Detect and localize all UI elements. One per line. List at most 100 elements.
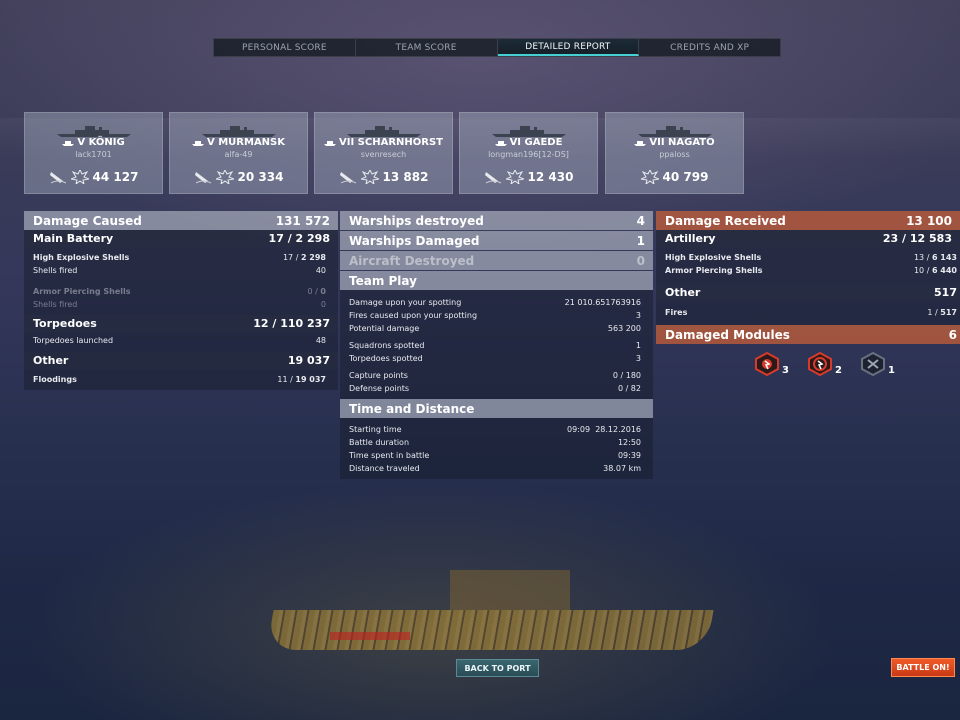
aircraft-destroyed-row: Aircraft Destroyed 0: [340, 251, 653, 270]
squadrons-spotted-row: Squadrons spotted 1: [340, 339, 653, 352]
he-fired-value: 40: [315, 266, 326, 275]
damage-spotting-label: Damage upon your spotting: [349, 298, 462, 307]
module-steering: 2: [807, 352, 842, 376]
tab-detailed-report[interactable]: DETAILED REPORT: [497, 39, 640, 56]
ship-class-icon: [634, 140, 647, 146]
received-ap-value: 10 / 6 440: [913, 266, 957, 275]
fires-spotting-label: Fires caused upon your spotting: [349, 311, 478, 320]
capture-points-value: 0 / 180: [612, 371, 641, 380]
back-to-port-button[interactable]: BACK TO PORT: [456, 659, 539, 677]
module-steering-count: 2: [834, 365, 842, 376]
engine-damage-icon: [755, 352, 779, 376]
battle-summary-panel: Warships destroyed 4 Warships Damaged 1 Ai…: [340, 211, 653, 479]
torpedoes-row: Torpedoes 12 / 110 237: [24, 315, 338, 332]
torpedoes-label: Torpedoes: [33, 317, 97, 330]
player-name: lack1701: [75, 150, 112, 159]
ship-card[interactable]: VII NAGATO ppaloss 40 799: [605, 112, 744, 194]
starting-time-value: 09:09 28.12.2016: [567, 425, 641, 434]
aircraft-destroyed-value: 0: [636, 253, 645, 268]
battle-duration-label: Battle duration: [349, 438, 410, 447]
time-in-battle-label: Time spent in battle: [349, 451, 430, 460]
potential-damage-row: Potential damage 563 200: [340, 322, 653, 335]
ap-shells-row: Armor Piercing Shells 0 / 0: [24, 285, 338, 298]
distance-row: Distance traveled 38.07 km: [340, 462, 653, 475]
other-caused-row: Other 19 037: [24, 352, 338, 369]
ship-sunk-icon: [339, 172, 356, 184]
ship-name: V MURMANSK: [170, 137, 307, 148]
battle-duration-value: 12:50: [617, 438, 641, 447]
damage-caused-total: 131 572: [275, 213, 330, 228]
starting-time-label: Starting time: [349, 425, 402, 434]
ap-shells-value: 0 / 0: [307, 287, 326, 296]
ship-silhouette-icon: [57, 126, 131, 137]
time-in-battle-row: Time spent in battle 09:39: [340, 449, 653, 462]
he-shells-value: 17 / 2 298: [282, 253, 326, 262]
fires-spotting-value: 3: [635, 311, 641, 320]
damaged-modules-total: 6: [948, 327, 957, 342]
ship-damage-value: 13 882: [382, 170, 429, 184]
ship-sunk-icon: [49, 172, 66, 184]
damage-received-title: Damage Received: [665, 213, 786, 228]
received-other-label: Other: [665, 286, 701, 299]
he-fired-label: Shells fired: [33, 266, 78, 275]
background-ship: [266, 560, 714, 670]
potential-damage-label: Potential damage: [349, 324, 420, 333]
ship-damage: 44 127: [25, 170, 162, 184]
ship-sunk-icon: [194, 172, 211, 184]
ship-detail: [330, 632, 410, 640]
ship-superstructure: [450, 570, 570, 610]
warships-damaged-label: Warships Damaged: [349, 233, 480, 248]
received-ap-label: Armor Piercing Shells: [665, 266, 763, 275]
damage-spotting-row: Damage upon your spotting 21 010.65176391…: [340, 296, 653, 309]
battle-on-button[interactable]: BATTLE ON!: [891, 658, 955, 677]
module-turret-count: 1: [887, 365, 895, 376]
defense-points-row: Defense points 0 / 82: [340, 382, 653, 395]
damage-burst-icon: [505, 170, 524, 184]
warships-damaged-row: Warships Damaged 1: [340, 231, 653, 250]
ship-sunk-icon: [484, 172, 501, 184]
floodings-row: Floodings 11 / 19 037: [24, 373, 338, 386]
battle-duration-row: Battle duration 12:50: [340, 436, 653, 449]
player-name: svenresech: [360, 150, 407, 159]
steering-damage-icon: [807, 352, 832, 376]
damage-received-header: Damage Received 13 100: [656, 211, 960, 230]
torpedoes-spotted-label: Torpedoes spotted: [349, 354, 423, 363]
player-name: ppaloss: [659, 150, 690, 159]
ship-name: VII SCHARNHORST: [315, 137, 452, 148]
fires-value: 1 / 517: [927, 308, 957, 317]
torpedoes-launched-row: Torpedoes launched 48: [24, 332, 338, 348]
artillery-row: Artillery 23 / 12 583: [656, 230, 960, 247]
received-other-value: 517: [934, 286, 957, 299]
ship-card[interactable]: V KÖNIG lack1701 44 127: [24, 112, 163, 194]
ship-card[interactable]: VII SCHARNHORST svenresech 13 882: [314, 112, 453, 194]
main-battery-label: Main Battery: [33, 232, 114, 245]
other-caused-label: Other: [33, 354, 69, 367]
damage-burst-icon: [360, 170, 379, 184]
ship-card[interactable]: VI GAEDE longman196[12-DS] 12 430: [459, 112, 598, 194]
received-other-row: Other 517: [656, 283, 960, 302]
damage-caused-header: Damage Caused 131 572: [24, 211, 338, 230]
received-ap-row: Armor Piercing Shells 10 / 6 440: [656, 264, 960, 277]
ship-card[interactable]: V MURMANSK alfa-49 20 334: [169, 112, 308, 194]
distance-value: 38.07 km: [603, 464, 641, 473]
starting-time-row: Starting time 09:09 28.12.2016: [340, 423, 653, 436]
tab-personal-score[interactable]: PERSONAL SCORE: [214, 39, 356, 56]
capture-points-row: Capture points 0 / 180: [340, 369, 653, 382]
received-he-label: High Explosive Shells: [665, 253, 762, 262]
artillery-label: Artillery: [665, 232, 716, 245]
tab-team-score[interactable]: TEAM SCORE: [356, 39, 498, 56]
floodings-label: Floodings: [33, 375, 77, 384]
ship-class-icon: [494, 140, 507, 146]
other-caused-value: 19 037: [287, 354, 330, 367]
ship-damage: 40 799: [606, 170, 743, 184]
damage-burst-icon: [70, 170, 89, 184]
warships-damaged-value: 1: [636, 233, 645, 248]
damaged-modules-title: Damaged Modules: [665, 327, 790, 342]
fires-row: Fires 1 / 517: [656, 306, 960, 319]
ship-class-icon: [191, 140, 204, 146]
player-name: alfa-49: [224, 150, 253, 159]
ship-damage: 20 334: [170, 170, 307, 184]
capture-points-label: Capture points: [349, 371, 408, 380]
tab-credits-xp[interactable]: CREDITS AND XP: [639, 39, 780, 56]
ap-fired-row: Shells fired 0: [24, 298, 338, 311]
